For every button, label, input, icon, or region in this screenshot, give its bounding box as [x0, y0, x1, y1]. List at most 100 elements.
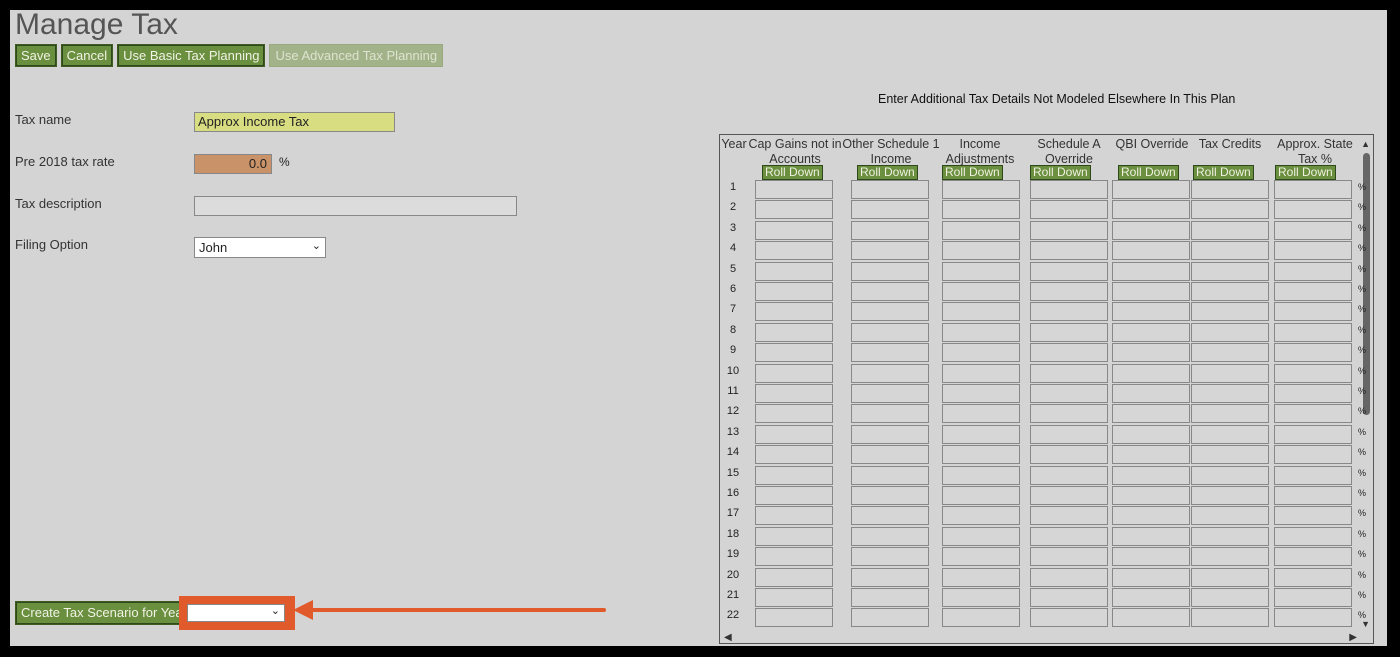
- grid-cell-input[interactable]: [1030, 302, 1108, 322]
- grid-cell-input[interactable]: [942, 180, 1020, 199]
- grid-cell-input[interactable]: [942, 363, 1020, 383]
- grid-cell-input[interactable]: [1112, 363, 1190, 383]
- grid-cell-input[interactable]: [1030, 547, 1108, 567]
- grid-cell-input[interactable]: [942, 445, 1020, 465]
- grid-cell-input[interactable]: [1274, 567, 1352, 587]
- grid-cell-input[interactable]: [755, 506, 833, 526]
- grid-cell-input[interactable]: [1030, 363, 1108, 383]
- grid-cell-input[interactable]: [851, 302, 929, 322]
- grid-cell-input[interactable]: [1191, 241, 1269, 261]
- grid-cell-input[interactable]: [1112, 465, 1190, 485]
- grid-cell-input[interactable]: [942, 282, 1020, 301]
- grid-cell-input[interactable]: [851, 465, 929, 485]
- grid-cell-input[interactable]: [851, 322, 929, 342]
- grid-cell-input[interactable]: [1274, 465, 1352, 485]
- grid-cell-input[interactable]: [755, 465, 833, 485]
- grid-cell-input[interactable]: [942, 343, 1020, 363]
- grid-cell-input[interactable]: [1112, 506, 1190, 526]
- roll-down-button[interactable]: Roll Down: [1030, 165, 1091, 180]
- grid-cell-input[interactable]: [755, 486, 833, 505]
- scroll-up-icon[interactable]: ▲: [1361, 139, 1370, 149]
- grid-cell-input[interactable]: [1112, 322, 1190, 342]
- grid-cell-input[interactable]: [1191, 567, 1269, 587]
- grid-cell-input[interactable]: [755, 424, 833, 444]
- grid-cell-input[interactable]: [1274, 547, 1352, 567]
- grid-cell-input[interactable]: [1191, 445, 1269, 465]
- grid-cell-input[interactable]: [1112, 241, 1190, 261]
- roll-down-button[interactable]: Roll Down: [1193, 165, 1254, 180]
- grid-cell-input[interactable]: [1191, 547, 1269, 567]
- grid-cell-input[interactable]: [1191, 506, 1269, 526]
- grid-cell-input[interactable]: [1274, 220, 1352, 240]
- filing-option-select[interactable]: John ⌄: [194, 237, 326, 258]
- roll-down-button[interactable]: Roll Down: [857, 165, 918, 180]
- grid-cell-input[interactable]: [1112, 200, 1190, 220]
- grid-cell-input[interactable]: [1112, 282, 1190, 301]
- grid-cell-input[interactable]: [851, 363, 929, 383]
- grid-cell-input[interactable]: [755, 200, 833, 220]
- grid-cell-input[interactable]: [1191, 384, 1269, 403]
- grid-cell-input[interactable]: [1030, 261, 1108, 281]
- grid-cell-input[interactable]: [1191, 322, 1269, 342]
- grid-cell-input[interactable]: [942, 261, 1020, 281]
- scroll-right-icon[interactable]: ▶: [1349, 632, 1357, 643]
- grid-cell-input[interactable]: [1112, 220, 1190, 240]
- grid-cell-input[interactable]: [755, 282, 833, 301]
- grid-cell-input[interactable]: [1030, 608, 1108, 628]
- grid-cell-input[interactable]: [1274, 241, 1352, 261]
- grid-cell-input[interactable]: [1030, 282, 1108, 301]
- grid-cell-input[interactable]: [1274, 526, 1352, 546]
- grid-cell-input[interactable]: [755, 241, 833, 261]
- grid-cell-input[interactable]: [1030, 445, 1108, 465]
- grid-cell-input[interactable]: [851, 486, 929, 505]
- grid-cell-input[interactable]: [851, 261, 929, 281]
- grid-cell-input[interactable]: [755, 261, 833, 281]
- grid-cell-input[interactable]: [942, 526, 1020, 546]
- grid-cell-input[interactable]: [1191, 282, 1269, 301]
- grid-cell-input[interactable]: [1274, 588, 1352, 607]
- grid-cell-input[interactable]: [755, 608, 833, 628]
- grid-cell-input[interactable]: [851, 445, 929, 465]
- grid-cell-input[interactable]: [851, 424, 929, 444]
- grid-cell-input[interactable]: [942, 302, 1020, 322]
- grid-cell-input[interactable]: [851, 200, 929, 220]
- grid-cell-input[interactable]: [851, 384, 929, 403]
- grid-cell-input[interactable]: [1274, 404, 1352, 424]
- grid-cell-input[interactable]: [755, 322, 833, 342]
- grid-cell-input[interactable]: [942, 547, 1020, 567]
- grid-cell-input[interactable]: [942, 506, 1020, 526]
- grid-cell-input[interactable]: [942, 200, 1020, 220]
- roll-down-button[interactable]: Roll Down: [1118, 165, 1179, 180]
- grid-cell-input[interactable]: [1112, 343, 1190, 363]
- grid-cell-input[interactable]: [1274, 424, 1352, 444]
- grid-cell-input[interactable]: [1030, 200, 1108, 220]
- grid-cell-input[interactable]: [1191, 588, 1269, 607]
- grid-cell-input[interactable]: [1191, 200, 1269, 220]
- grid-cell-input[interactable]: [851, 608, 929, 628]
- grid-cell-input[interactable]: [1030, 384, 1108, 403]
- grid-cell-input[interactable]: [851, 588, 929, 607]
- scroll-down-icon[interactable]: ▼: [1361, 619, 1370, 629]
- roll-down-button[interactable]: Roll Down: [1275, 165, 1336, 180]
- grid-cell-input[interactable]: [755, 220, 833, 240]
- grid-cell-input[interactable]: [1112, 547, 1190, 567]
- grid-cell-input[interactable]: [1191, 424, 1269, 444]
- grid-cell-input[interactable]: [1030, 465, 1108, 485]
- grid-cell-input[interactable]: [755, 526, 833, 546]
- grid-cell-input[interactable]: [942, 486, 1020, 505]
- create-tax-scenario-button[interactable]: Create Tax Scenario for Year: [15, 601, 193, 625]
- grid-cell-input[interactable]: [1191, 343, 1269, 363]
- grid-cell-input[interactable]: [851, 220, 929, 240]
- grid-cell-input[interactable]: [1274, 322, 1352, 342]
- grid-cell-input[interactable]: [942, 465, 1020, 485]
- grid-cell-input[interactable]: [1030, 486, 1108, 505]
- grid-cell-input[interactable]: [1030, 343, 1108, 363]
- grid-cell-input[interactable]: [755, 547, 833, 567]
- grid-cell-input[interactable]: [1274, 486, 1352, 505]
- tax-name-input[interactable]: Approx Income Tax: [194, 112, 395, 132]
- grid-cell-input[interactable]: [1274, 302, 1352, 322]
- grid-cell-input[interactable]: [1112, 567, 1190, 587]
- grid-cell-input[interactable]: [755, 404, 833, 424]
- basic-tax-planning-button[interactable]: Use Basic Tax Planning: [117, 44, 266, 67]
- grid-cell-input[interactable]: [1274, 282, 1352, 301]
